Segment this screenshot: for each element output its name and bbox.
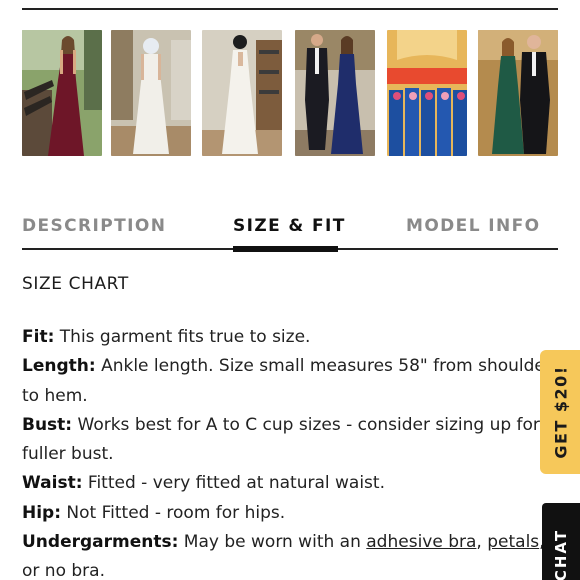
thumbnail-6-image [478,30,558,156]
thumbnail-5-image [387,30,467,156]
thumbnail-2[interactable] [111,30,191,156]
thumbnail-3-image [202,30,282,156]
thumbnail-4[interactable] [295,30,375,156]
spec-undergarments-label: Undergarments: [22,532,179,553]
spec-undergarments: Undergarments: May be worn with an adhes… [22,528,567,580]
size-fit-details: Fit: This garment fits true to size. Len… [22,323,567,580]
spec-fit-text: This garment fits true to size. [54,327,311,347]
top-divider [22,8,558,10]
spec-hip-text: Not Fitted - room for hips. [61,502,286,523]
thumbnail-3[interactable] [202,30,282,156]
spec-waist: Waist: Fitted - very fitted at natural w… [22,469,567,498]
spec-fit-label: Fit: [22,327,55,347]
product-info-tabs: DESCRIPTION SIZE & FIT MODEL INFO [22,212,558,252]
spec-length-label: Length: [22,356,96,377]
tab-description[interactable]: DESCRIPTION [22,212,166,240]
active-tab-indicator [233,246,338,252]
spec-bust-text: Works best for A to C cup sizes - consid… [22,414,540,465]
spec-undergarments-mid: , [476,532,488,553]
adhesive-bra-link[interactable]: adhesive bra [366,532,476,552]
thumbnail-gallery [22,30,558,156]
spec-bust-label: Bust: [22,414,73,435]
spec-hip-label: Hip: [22,502,62,523]
get-20-promo-button[interactable]: GET $20! [540,350,580,474]
spec-hip: Hip: Not Fitted - room for hips. [22,499,567,528]
promo-label: GET $20! [551,365,571,459]
spec-waist-label: Waist: [22,473,83,494]
size-chart-heading: SIZE CHART [22,274,129,294]
thumbnail-4-image [295,30,375,156]
chat-button[interactable]: CHAT [542,503,580,580]
product-details-page: DESCRIPTION SIZE & FIT MODEL INFO SIZE C… [0,0,580,580]
thumbnail-5[interactable] [387,30,467,156]
thumbnail-1-image [22,30,102,156]
petals-link[interactable]: petals [487,532,539,552]
spec-length: Length: Ankle length. Size small measure… [22,352,567,411]
spec-bust: Bust: Works best for A to C cup sizes - … [22,411,567,470]
spec-length-text: Ankle length. Size small measures 58" fr… [22,356,552,406]
spec-waist-text: Fitted - very fitted at natural waist. [82,473,385,494]
spec-fit: Fit: This garment fits true to size. [22,323,567,352]
thumbnail-2-image [111,30,191,156]
tab-model-info[interactable]: MODEL INFO [406,212,540,240]
thumbnail-1[interactable] [22,30,102,156]
spec-undergarments-pre: May be worn with an [178,532,367,553]
thumbnail-6[interactable] [478,30,558,156]
chat-label: CHAT [552,528,570,580]
tab-size-fit[interactable]: SIZE & FIT [233,212,346,240]
